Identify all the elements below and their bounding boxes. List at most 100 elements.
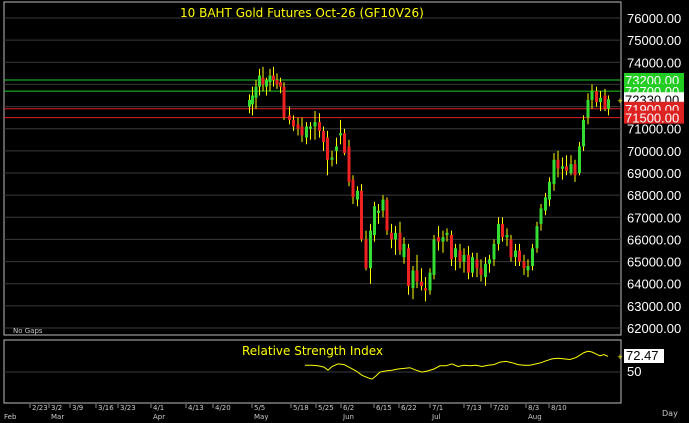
candle-down — [424, 288, 427, 291]
price-tick-label: 67000.00 — [627, 210, 681, 225]
candle-down — [522, 261, 526, 269]
date-tick-label: 8/10 — [551, 404, 567, 412]
price-tick-label: 75000.00 — [627, 33, 681, 48]
candle-up — [251, 95, 254, 105]
candle-down — [292, 119, 295, 127]
month-label: Jun — [342, 413, 354, 421]
candle-up — [514, 250, 517, 258]
candle-up — [428, 272, 432, 291]
candle-up — [268, 75, 272, 83]
candle-up — [539, 208, 543, 224]
candle-up — [484, 263, 487, 278]
candle-down — [475, 259, 479, 269]
candle-down — [300, 126, 304, 136]
price-tick-label: 63000.00 — [627, 299, 681, 314]
candle-down — [509, 239, 513, 258]
candle-down — [326, 137, 329, 160]
candle-down — [415, 270, 419, 282]
date-tick-label: 6/22 — [401, 404, 417, 412]
candle-up — [544, 197, 547, 211]
price-tick-label: 62000.00 — [627, 321, 681, 336]
candle-up — [552, 159, 556, 185]
candle-down — [407, 248, 410, 286]
candle-up — [258, 75, 261, 87]
candle-down — [458, 250, 462, 262]
price-tick-label: 68000.00 — [627, 188, 681, 203]
date-tick-label: 7/13 — [466, 404, 482, 412]
candle-down — [343, 133, 346, 154]
candle-down — [360, 190, 363, 240]
month-label: May — [254, 413, 268, 421]
candle-up — [265, 80, 268, 87]
candle-down — [603, 95, 607, 109]
candle-down — [450, 235, 453, 260]
date-tick-label: 7/20 — [493, 404, 509, 412]
candle-up — [590, 91, 594, 100]
candle-down — [288, 115, 291, 120]
date-tick-label: 3/2 — [51, 404, 62, 412]
candle-down — [437, 237, 440, 242]
date-axis: 2/23 3/2 3/9 3/16 3/23 4/1 4/13 4/20 5/5 5/18 5/25… — [4, 404, 567, 421]
candle-up — [432, 239, 436, 275]
date-tick-label: 4/1 — [153, 404, 164, 412]
candle-up — [599, 97, 602, 103]
candle-up — [471, 257, 474, 273]
date-tick-label: 5/5 — [254, 404, 265, 412]
candle-down — [420, 281, 423, 286]
candle-down — [322, 130, 325, 142]
month-label: Apr — [153, 413, 165, 421]
date-tick-label: 3/9 — [72, 404, 83, 412]
candle-down — [556, 159, 560, 169]
month-label: Aug — [528, 413, 542, 421]
candle-up — [569, 164, 573, 173]
date-tick-label: 8/3 — [528, 404, 539, 412]
candle-down — [272, 75, 275, 80]
month-label: Feb — [4, 413, 17, 421]
candle-up — [373, 206, 376, 235]
candle-up — [305, 126, 308, 138]
price-grid — [4, 17, 621, 329]
price-tick-label: 65000.00 — [627, 255, 681, 270]
candle-down — [467, 254, 470, 273]
candle-down — [390, 232, 393, 240]
candle-up — [454, 248, 457, 258]
candle-down — [275, 80, 279, 85]
candle-down — [347, 146, 351, 182]
candle-up — [582, 119, 585, 147]
date-tick-label: 4/13 — [188, 404, 204, 412]
candle-up — [535, 226, 539, 249]
candle-up — [402, 243, 406, 258]
candle-up — [586, 99, 590, 118]
candle-up — [254, 86, 258, 98]
candle-up — [377, 210, 380, 213]
candle-up — [526, 266, 530, 271]
candle-up — [497, 223, 500, 244]
level-label: 71500.00 — [625, 111, 679, 126]
rsi-tick-50: 50 — [627, 364, 641, 379]
price-tick-label: 74000.00 — [627, 55, 681, 70]
candle-down — [296, 124, 300, 129]
rsi-last-value-label: 72.47 — [626, 348, 659, 363]
level-labels: 73200.0072700.0072330.0071900.0071500.00 — [624, 73, 684, 126]
candle-up — [248, 99, 251, 107]
month-label: Mar — [51, 413, 64, 421]
candle-down — [318, 122, 321, 131]
date-tick-label: 5/18 — [293, 404, 309, 412]
candle-up — [356, 190, 359, 200]
candle-up — [607, 99, 610, 109]
last-price-marker-icon: + — [617, 97, 623, 105]
candle-up — [313, 122, 317, 127]
candle-up — [505, 235, 509, 238]
candle-up — [309, 126, 312, 129]
candle-down — [398, 232, 402, 251]
date-tick-label: 6/15 — [376, 404, 392, 412]
candle-down — [595, 91, 598, 103]
candle-up — [330, 157, 334, 160]
candle-down — [565, 166, 568, 171]
candle-down — [385, 199, 389, 231]
candle-down — [351, 179, 355, 198]
candle-up — [561, 166, 564, 169]
date-tick-label: 2/23 — [32, 404, 48, 412]
candle-down — [364, 239, 368, 269]
date-tick-label: 6/2 — [343, 404, 354, 412]
